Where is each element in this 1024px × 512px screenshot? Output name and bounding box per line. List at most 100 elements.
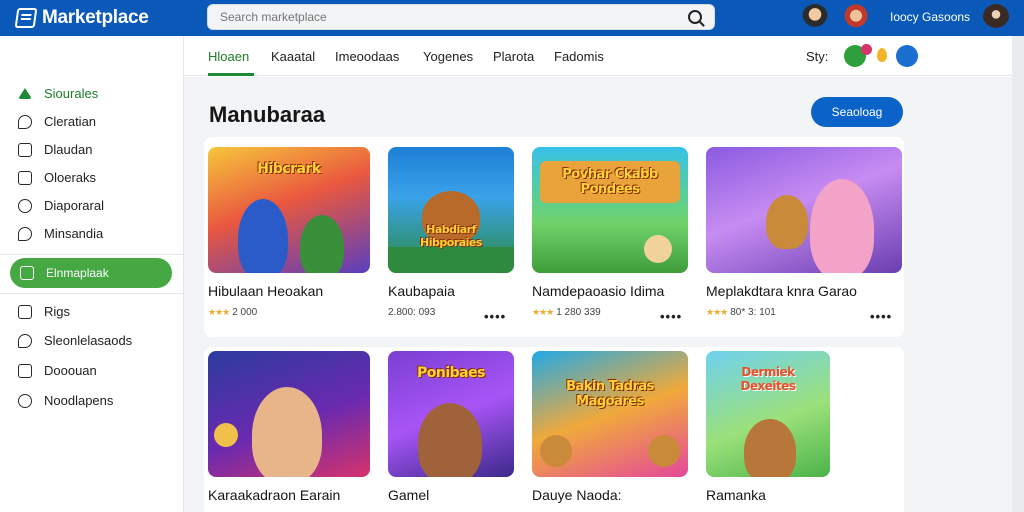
game-card[interactable]: Hibcrark Hibulaan Heoakan ★★★ 2 000 bbox=[208, 147, 378, 318]
user-name[interactable]: Ioocy Gasoons bbox=[890, 10, 970, 24]
top-bar: Marketplace Ioocy Gasoons bbox=[0, 0, 1024, 36]
game-stats: 1 280 339 bbox=[556, 307, 601, 318]
character-figure bbox=[648, 435, 680, 467]
sidebar-item-6[interactable]: Minsandia bbox=[18, 226, 103, 241]
search-icon[interactable] bbox=[688, 10, 702, 24]
page-title: Manubaraa bbox=[209, 102, 326, 127]
sidebar-item-label: Siourales bbox=[44, 86, 99, 101]
sidebar-item-label: Rigs bbox=[44, 304, 71, 319]
sidebar-item-9[interactable]: Dooouan bbox=[18, 363, 97, 378]
tab-3[interactable]: Imeoodaas bbox=[335, 49, 399, 64]
game-banner: Povhar Ckabb Pondees bbox=[540, 161, 680, 203]
game-thumbnail[interactable]: Ponibaes bbox=[388, 351, 514, 477]
sidebar: Siourales Cleratian Dlaudan Oloeraks Dia… bbox=[0, 36, 184, 512]
game-thumbnail[interactable]: Dermiek Dexeites bbox=[706, 351, 830, 477]
grid-icon bbox=[20, 266, 34, 280]
game-card[interactable]: Povhar Ckabb Pondees Namdepaoasio Idima … bbox=[532, 147, 702, 318]
character-figure bbox=[744, 419, 796, 477]
character-figure bbox=[300, 215, 344, 273]
game-title[interactable]: Hibulaan Heoakan bbox=[208, 283, 378, 299]
scrollbar[interactable] bbox=[1012, 36, 1024, 512]
sidebar-item-label: Oloeraks bbox=[44, 170, 97, 185]
sidebar-item-label: Sleonlelasaods bbox=[44, 333, 133, 348]
primary-action-button[interactable]: Seaoloag bbox=[811, 97, 903, 127]
tab-6[interactable]: Fadomis bbox=[554, 49, 604, 64]
sidebar-item-3[interactable]: Dlaudan bbox=[18, 142, 92, 157]
game-title[interactable]: Karaakadraon Earain bbox=[208, 487, 378, 503]
game-card[interactable]: Meplakdtara knra Garao ★★★ 80* 3: 101 bbox=[706, 147, 902, 318]
game-title[interactable]: Namdepaoasio Idima bbox=[532, 283, 702, 299]
more-options-button[interactable]: •••• bbox=[484, 309, 506, 324]
badge-icon bbox=[18, 393, 32, 408]
notification-badge-icon bbox=[861, 44, 872, 55]
user-avatar[interactable] bbox=[983, 4, 1009, 30]
mail-icon bbox=[18, 363, 32, 378]
more-options-button[interactable]: •••• bbox=[870, 309, 892, 324]
character-figure bbox=[418, 403, 482, 477]
character-figure bbox=[540, 435, 572, 467]
more-options-button[interactable]: •••• bbox=[660, 309, 682, 324]
game-thumbnail[interactable] bbox=[208, 351, 370, 477]
sidebar-item-label: Noodlapens bbox=[44, 393, 114, 408]
avatar-friend-1[interactable] bbox=[802, 4, 828, 30]
tab-1[interactable]: Hloaen bbox=[208, 49, 249, 64]
search-bar[interactable] bbox=[207, 4, 715, 30]
sidebar-item-4[interactable]: Oloeraks bbox=[18, 170, 96, 185]
game-card[interactable]: Dermiek Dexeites Ramanka bbox=[706, 351, 876, 503]
game-banner: Hibcrark bbox=[257, 161, 321, 177]
message-icon bbox=[18, 226, 32, 241]
sidebar-item-1[interactable]: Siourales bbox=[18, 86, 98, 101]
tab-5[interactable]: Plarota bbox=[493, 49, 534, 64]
character-figure bbox=[766, 195, 808, 249]
share-icon[interactable] bbox=[896, 45, 918, 67]
box-icon bbox=[18, 170, 32, 185]
game-thumbnail[interactable]: Povhar Ckabb Pondees bbox=[532, 147, 688, 273]
marketplace-logo-icon bbox=[14, 8, 38, 28]
sidebar-item-label: Dlaudan bbox=[44, 142, 93, 157]
avatar-friend-2[interactable] bbox=[843, 4, 869, 30]
game-card[interactable]: Karaakadraon Earain bbox=[208, 351, 378, 503]
game-banner: Habdiarf Hibporaies bbox=[420, 223, 482, 249]
triangle-icon bbox=[18, 88, 32, 99]
character-figure bbox=[252, 387, 322, 477]
sidebar-item-active[interactable]: Elnmaplaak bbox=[10, 258, 172, 288]
user-icon bbox=[18, 198, 32, 213]
rating-stars-icon: ★★★ bbox=[532, 307, 554, 317]
game-stats: 80* 3: 101 bbox=[730, 307, 776, 318]
sidebar-divider bbox=[0, 254, 183, 255]
game-thumbnail[interactable] bbox=[706, 147, 902, 273]
game-title[interactable]: Meplakdtara knra Garao bbox=[706, 283, 876, 299]
game-thumbnail[interactable]: Habdiarf Hibporaies bbox=[388, 147, 514, 273]
game-title[interactable]: Dauye Naoda: bbox=[532, 487, 702, 503]
game-thumbnail[interactable]: Bakin Tadras Magoares bbox=[532, 351, 688, 477]
game-stats: 2.800: 093 bbox=[388, 307, 436, 318]
tab-2[interactable]: Kaaatal bbox=[271, 49, 315, 64]
game-banner: Ponibaes bbox=[417, 365, 485, 381]
main-content: Manubaraa Seaoloag Hibcrark Hibulaan Heo… bbox=[184, 77, 1012, 512]
game-title[interactable]: Ramanka bbox=[706, 487, 876, 503]
chat-icon bbox=[18, 114, 32, 129]
sidebar-item-label: Diaporaral bbox=[44, 198, 104, 213]
sidebar-item-label: Cleratian bbox=[44, 114, 97, 129]
search-input[interactable] bbox=[220, 10, 688, 24]
sidebar-item-2[interactable]: Cleratian bbox=[18, 114, 96, 129]
sidebar-item-5[interactable]: Diaporaral bbox=[18, 198, 104, 213]
tab-4[interactable]: Yogenes bbox=[423, 49, 473, 64]
sidebar-item-label: Minsandia bbox=[44, 226, 104, 241]
game-card[interactable]: Bakin Tadras Magoares Dauye Naoda: bbox=[532, 351, 702, 503]
sidebar-item-label: Elnmaplaak bbox=[46, 266, 109, 280]
location-pin-icon[interactable] bbox=[877, 48, 887, 62]
sidebar-item-rigs[interactable]: Rigs bbox=[18, 304, 70, 319]
brand[interactable]: Marketplace bbox=[0, 7, 200, 29]
sidebar-item-label: Dooouan bbox=[44, 363, 97, 378]
rating-stars-icon: ★★★ bbox=[706, 307, 728, 317]
game-banner: Bakin Tadras Magoares bbox=[566, 379, 654, 409]
list-icon bbox=[18, 304, 32, 319]
sidebar-item-10[interactable]: Noodlapens bbox=[18, 393, 113, 408]
game-banner: Dermiek Dexeites bbox=[740, 365, 796, 393]
sort-label[interactable]: Sty: bbox=[806, 49, 828, 64]
game-meta: ★★★ 80* 3: 101 bbox=[706, 307, 876, 318]
rating-stars-icon: ★★★ bbox=[208, 307, 230, 317]
sidebar-item-8[interactable]: Sleonlelasaods bbox=[18, 333, 132, 348]
game-thumbnail[interactable]: Hibcrark bbox=[208, 147, 370, 273]
